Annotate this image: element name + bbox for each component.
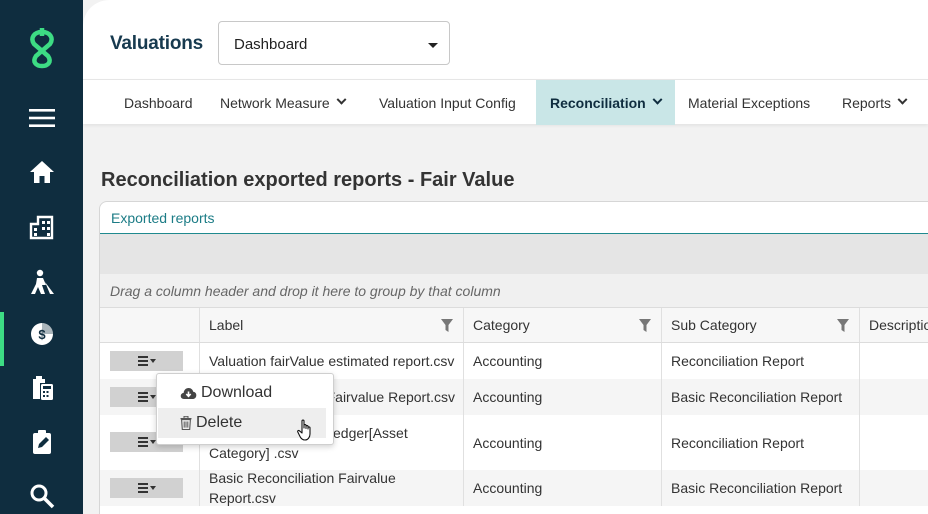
sidebar-item-calculator[interactable] [0,366,83,410]
column-title: Category [473,317,530,333]
category-cell: Accounting [464,470,662,506]
page-title: Reconciliation exported reports - Fair V… [101,169,515,191]
calculator-icon [32,376,53,400]
clipboard-edit-icon [32,430,51,454]
chevron-down-icon [336,94,347,105]
row-menu-button[interactable] [110,478,183,498]
trash-icon [180,416,192,430]
description-cell [860,379,928,415]
tab-label: Dashboard [124,94,193,111]
label-cell: Basic Reconciliation Fairvalue Report.cs… [200,470,464,506]
dashboard-select-value: Dashboard [234,36,308,53]
description-cell [860,415,928,470]
tab-label: Valuation Input Config [379,94,516,111]
tab-dashboard[interactable]: Dashboard [110,80,204,125]
group-hint: Drag a column header and drop it here to… [110,283,501,299]
sidebar-item-search[interactable] [0,474,83,514]
sub-category-cell: Basic Reconciliation Report [662,470,860,506]
category-cell: Accounting [464,379,662,415]
nav-bar: Dashboard Network Measure Valuation Inpu… [83,79,928,125]
table-row: Basic Reconciliation Fairvalue Report.cs… [100,470,928,506]
tab-label: Reconciliation [550,94,646,111]
panel-title: Exported reports [111,210,215,226]
tab-reconciliation[interactable]: Reconciliation [536,80,675,125]
sidebar-menu-toggle[interactable] [0,96,83,140]
search-icon [30,484,54,509]
chevron-down-icon [652,94,663,105]
hamburger-caret-icon [137,356,156,366]
menu-icon [28,109,55,127]
menu-item-label: Delete [196,414,243,431]
grid-header-row: Label Category Sub Category Descriptio [100,308,928,343]
menu-item-download[interactable]: Download [158,378,326,408]
hand-pointer-cursor-icon [297,419,311,441]
column-title: Label [209,317,244,333]
row-menu-button[interactable] [110,351,183,371]
category-cell: Accounting [464,415,662,470]
description-cell [860,343,928,379]
app-title: Valuations [110,33,204,54]
filter-icon[interactable] [441,319,453,332]
sidebar-item-tasks[interactable] [0,420,83,464]
description-cell [860,470,928,506]
money-chart-icon: $ [30,323,53,345]
tab-label: Network Measure [220,94,330,111]
hamburger-caret-icon [137,483,156,493]
panel-header: Exported reports [100,202,928,234]
column-header-description[interactable]: Descriptio [860,308,928,342]
filter-icon[interactable] [837,319,849,332]
group-panel[interactable]: Drag a column header and drop it here to… [100,274,928,308]
column-header-sub-category[interactable]: Sub Category [662,308,860,342]
tab-network-measure[interactable]: Network Measure [206,80,356,125]
top-bar: Valuations Dashboard [83,0,928,79]
tab-reports[interactable]: Reports [828,80,928,125]
tab-material-exceptions[interactable]: Material Exceptions [675,80,825,125]
sidebar-item-valuations[interactable]: $ [0,312,83,366]
column-title: Sub Category [671,317,757,333]
column-title: Descriptio [869,317,928,333]
row-actions-cell [100,470,200,506]
sidebar: $ [0,0,83,514]
worker-icon [30,269,54,294]
label-line-2: Category] .csv [209,444,299,461]
column-header-label[interactable]: Label [200,308,464,342]
chevron-down-icon [897,94,908,105]
caret-down-icon [428,43,438,48]
category-cell: Accounting [464,343,662,379]
dashboard-select[interactable]: Dashboard [218,21,450,65]
tab-label: Reports [842,94,892,111]
svg-text:$: $ [38,327,46,342]
sidebar-item-assets[interactable] [0,205,83,249]
sidebar-item-workforce[interactable] [0,260,83,304]
exported-reports-panel: Exported reports Drag a column header an… [99,201,928,514]
sub-category-cell: Basic Reconciliation Report [662,379,860,415]
sub-category-cell: Reconciliation Report [662,415,860,470]
building-icon [29,215,53,240]
cloud-download-icon [180,388,197,399]
filter-icon[interactable] [639,319,651,332]
hamburger-caret-icon [137,437,156,447]
home-icon [29,161,54,183]
hamburger-caret-icon [137,392,156,402]
sidebar-item-home[interactable] [0,150,83,194]
grid-toolbar [100,234,928,274]
tab-valuation-input-config[interactable]: Valuation Input Config [366,80,526,125]
menu-item-label: Download [201,384,273,401]
sub-category-cell: Reconciliation Report [662,343,860,379]
column-header-category[interactable]: Category [464,308,662,342]
brand-logo-icon [30,28,54,69]
tab-label: Material Exceptions [688,94,811,111]
actions-column-header [100,308,200,342]
